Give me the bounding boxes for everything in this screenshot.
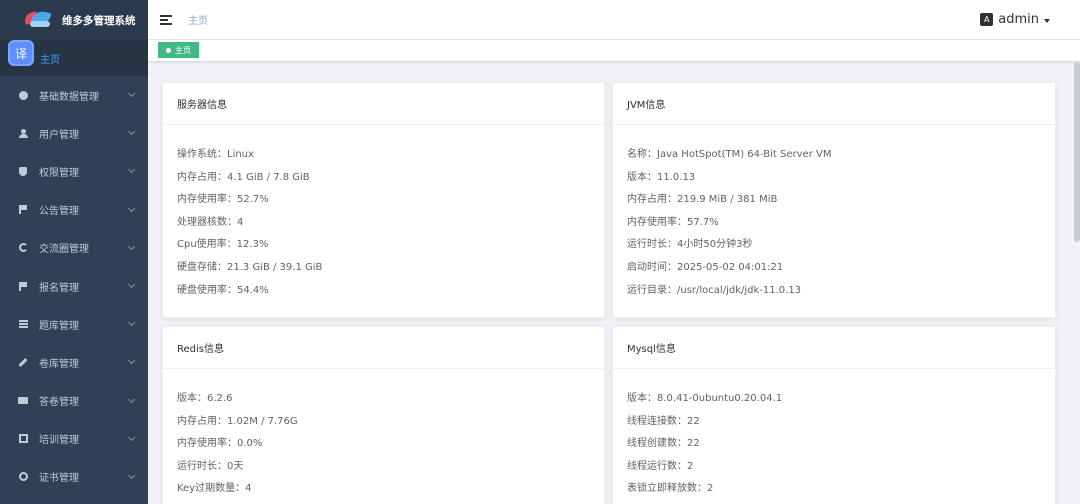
mysql-threads-created: 线程创建数：22 <box>627 438 700 450</box>
shield-icon <box>18 166 28 176</box>
chevron-down-icon <box>127 395 136 403</box>
circle-icon <box>18 243 28 253</box>
card-title: JVM信息 <box>613 83 1055 125</box>
translate-icon[interactable]: 译 <box>8 40 34 66</box>
redis-memory-usage: 内存使用率：0.0% <box>177 438 263 450</box>
navbar: 主页 A admin <box>148 0 1080 40</box>
sidebar-item-answer-sheets[interactable]: 答卷管理 <box>0 382 148 420</box>
jvm-info-card: JVM信息 名称：Java HotSpot(TM) 64-Bit Server … <box>612 82 1056 318</box>
sidebar-item-label: 卷库管理 <box>39 358 79 370</box>
jvm-start-time: 启动时间：2025-05-02 04:01:21 <box>627 261 784 273</box>
jvm-directory: 运行目录：/usr/local/jdk/jdk-11.0.13 <box>627 284 802 296</box>
sidebar-item-label: 用户管理 <box>39 129 79 141</box>
sidebar-item-paper-bank[interactable]: 卷库管理 <box>0 343 148 381</box>
sidebar-item-label: 报名管理 <box>39 282 79 294</box>
card-title: 服务器信息 <box>163 83 604 125</box>
mysql-threads-running: 线程运行数：2 <box>627 460 694 472</box>
sidebar-item-question-bank[interactable]: 题库管理 <box>0 305 148 343</box>
tag-label: 主页 <box>175 45 191 55</box>
chevron-down-icon <box>127 357 136 365</box>
tags-view: 主页 <box>148 40 1080 62</box>
sidebar-item-permissions[interactable]: 权限管理 <box>0 152 148 190</box>
chevron-down-icon <box>127 204 136 212</box>
user-icon <box>18 128 28 138</box>
gear-icon <box>18 90 28 100</box>
redis-uptime: 运行时长：0天 <box>177 460 244 472</box>
mysql-table-locks-immediate: 表锁立即释放数：2 <box>627 483 714 495</box>
mysql-info-card: Mysql信息 版本：8.0.41-0ubuntu0.20.04.1 线程连接数… <box>612 326 1056 504</box>
sidebar-item-registration[interactable]: 报名管理 <box>0 267 148 305</box>
chevron-down-icon <box>127 89 136 98</box>
sidebar-item-training[interactable]: 培训管理 <box>0 420 148 458</box>
sidebar-item-label: 主页 <box>40 54 60 66</box>
chevron-down-icon <box>127 319 136 327</box>
mysql-threads-connected: 线程连接数：22 <box>627 415 700 427</box>
server-cpu-usage: Cpu使用率：12.3% <box>177 239 269 251</box>
redis-version: 版本：6.2.6 <box>177 393 233 404</box>
card-title: Redis信息 <box>163 327 604 369</box>
logo[interactable]: 维多多管理系统 <box>0 0 148 40</box>
sidebar-item-announcements[interactable]: 公告管理 <box>0 191 148 229</box>
server-os: 操作系统：Linux <box>177 149 254 160</box>
chevron-down-icon <box>127 128 136 136</box>
chevron-down-icon <box>127 280 136 288</box>
sidebar-item-label: 公告管理 <box>39 206 79 218</box>
sidebar-item-certificates[interactable]: 证书管理 <box>0 458 148 496</box>
sidebar-item-label: 题库管理 <box>39 320 79 332</box>
sidebar-item-label: 证书管理 <box>39 473 79 485</box>
redis-info-card: Redis信息 版本：6.2.6 内存占用：1.02M / 7.76G 内存使用… <box>162 326 605 504</box>
redis-memory: 内存占用：1.02M / 7.76G <box>177 415 298 427</box>
flag-icon <box>18 281 28 291</box>
chevron-down-icon <box>127 242 136 250</box>
tag-home[interactable]: 主页 <box>158 42 199 58</box>
caret-down-icon[interactable] <box>1044 18 1050 23</box>
sidebar-item-label: 培训管理 <box>39 435 79 447</box>
jvm-memory: 内存占用：219.9 MiB / 381 MiB <box>627 194 778 206</box>
jvm-version: 版本：11.0.13 <box>627 171 696 183</box>
sidebar-item-label: 答卷管理 <box>39 397 79 409</box>
server-memory-usage: 内存使用率：52.7% <box>177 194 269 206</box>
sidebar-item-community[interactable]: 交流圈管理 <box>0 229 148 267</box>
mysql-version: 版本：8.0.41-0ubuntu0.20.04.1 <box>627 393 783 404</box>
username[interactable]: admin <box>998 12 1039 27</box>
chevron-down-icon <box>127 433 136 441</box>
jvm-memory-usage: 内存使用率：57.7% <box>627 216 719 228</box>
certificate-icon <box>18 472 28 482</box>
page-scrollbar[interactable] <box>1074 62 1080 242</box>
breadcrumb[interactable]: 主页 <box>188 12 208 27</box>
sidebar-item-basic-data[interactable]: 基础数据管理 <box>0 76 148 114</box>
sidebar-item-label: 基础数据管理 <box>39 91 99 103</box>
server-cpu-cores: 处理器核数：4 <box>177 216 244 228</box>
board-icon <box>18 434 28 444</box>
sidebar-item-label: 权限管理 <box>39 167 79 179</box>
chevron-down-icon <box>127 471 136 479</box>
server-disk: 硬盘存储：21.3 GiB / 39.1 GiB <box>177 261 323 273</box>
list-icon <box>18 319 28 329</box>
book-icon <box>18 396 28 406</box>
server-memory: 内存占用：4.1 GiB / 7.8 GiB <box>177 171 310 183</box>
bird-logo-icon <box>22 8 54 31</box>
megaphone-icon <box>18 205 28 215</box>
server-info-card: 服务器信息 操作系统：Linux 内存占用：4.1 GiB / 7.8 GiB … <box>162 82 605 318</box>
server-disk-usage: 硬盘使用率：54.4% <box>177 284 269 296</box>
language-icon[interactable]: A <box>980 13 994 26</box>
sidebar-item-label: 交流圈管理 <box>39 244 89 256</box>
sidebar: 维多多管理系统 主页 基础数据管理 用户管理 权限管理 公告管理 交流圈管理 报… <box>0 0 148 504</box>
sidebar-item-users[interactable]: 用户管理 <box>0 114 148 152</box>
card-title: Mysql信息 <box>613 327 1055 369</box>
jvm-uptime: 运行时长：4小时50分钟3秒 <box>627 239 753 251</box>
app-title: 维多多管理系统 <box>62 14 136 27</box>
user-dropdown[interactable]: A admin <box>980 12 1050 27</box>
redis-expired-keys: Key过期数量：4 <box>177 483 252 495</box>
chevron-down-icon <box>127 166 136 174</box>
pen-icon <box>18 357 28 368</box>
hamburger-icon[interactable] <box>160 14 172 25</box>
jvm-name: 名称：Java HotSpot(TM) 64-Bit Server VM <box>627 149 832 160</box>
active-dot-icon <box>166 47 171 53</box>
